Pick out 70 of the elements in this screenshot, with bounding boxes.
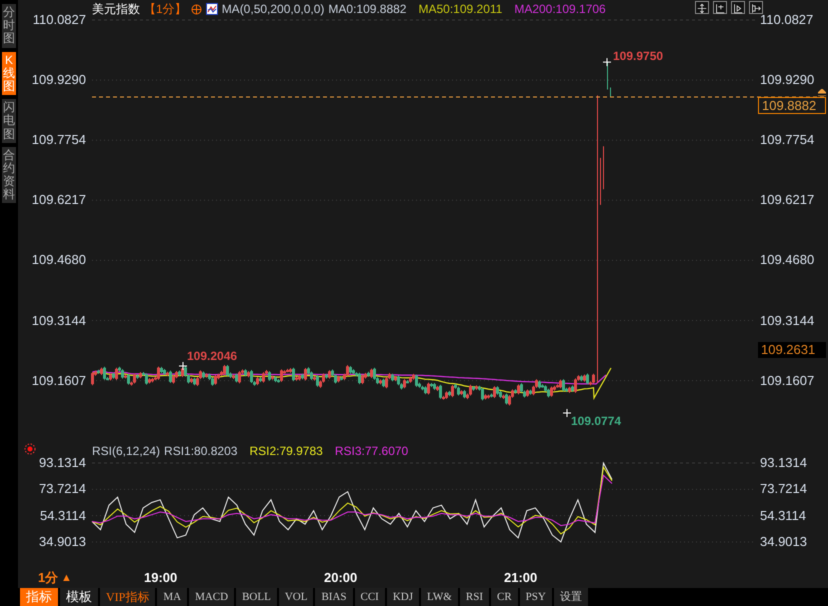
axis-label: 110.0827	[32, 13, 86, 27]
indicator-label: RSI(6,12,24)	[92, 444, 160, 458]
legend-text: RSI2:79.9783	[249, 444, 323, 458]
axis-label: 109.7754	[760, 133, 814, 148]
axis-label: 109.1607	[30, 374, 86, 388]
axis-label: 109.3144	[760, 314, 814, 328]
indicator-tab[interactable]: VIP指标	[100, 588, 156, 606]
chart-title: 美元指数	[92, 2, 140, 16]
arrow-right-button[interactable]	[749, 1, 763, 14]
axis-label: 34.9013	[760, 534, 807, 549]
sidebar-tab[interactable]: 分时图	[2, 4, 16, 48]
arrow-up-icon	[818, 89, 826, 96]
price-label: 109.9750	[613, 49, 664, 63]
indicator-tab[interactable]: 设置	[554, 588, 588, 606]
indicator-tab[interactable]: 模板	[60, 588, 98, 606]
indicator-tab[interactable]: BOLL	[236, 588, 277, 606]
crosshair-mark	[562, 408, 572, 418]
time-label: 21:00	[504, 571, 538, 585]
indicator-tab[interactable]: RSI	[460, 588, 489, 606]
time-label: 19:00	[144, 571, 178, 585]
indicator-tab[interactable]: LW&	[421, 588, 458, 606]
indicator-label: MA(0,50,200,0,0,0)	[222, 2, 324, 16]
current-price-label: 109.8882	[758, 97, 826, 114]
indicator-tab[interactable]: CR	[490, 588, 518, 606]
axis-label: 109.3144	[30, 314, 86, 328]
crosshair-mark	[178, 362, 188, 370]
sidebar-tab[interactable]: 合约资料	[2, 146, 16, 204]
indicator-tab[interactable]: CCI	[354, 588, 385, 606]
axis-label: 110.0827	[760, 13, 814, 27]
indicator-tab[interactable]: MA	[157, 588, 188, 606]
axis-label: 93.1314	[760, 456, 807, 470]
indicator-tab[interactable]: MACD	[189, 588, 234, 606]
zoom-in-button[interactable]	[713, 1, 727, 14]
axis-label: 54.3114	[760, 508, 806, 523]
legend-text: RSI1:80.8203	[164, 444, 238, 458]
time-label: 20:00	[324, 571, 358, 585]
axis-label: 109.6217	[30, 193, 86, 208]
target-icon[interactable]	[24, 443, 36, 455]
move-button[interactable]	[695, 1, 709, 14]
axis-label: 109.9290	[760, 73, 814, 88]
legend-text: MA50:109.2011	[418, 2, 502, 16]
axis-label: 73.7214	[38, 482, 86, 496]
indicator-tab[interactable]: PSY	[520, 588, 552, 606]
sidebar-tab[interactable]: 闪电图	[2, 99, 16, 143]
axis-label: 34.9013	[38, 535, 86, 549]
legend-text: MA200:109.1706	[514, 2, 606, 16]
period-label: 1分	[38, 571, 58, 585]
legend-text: MA0:109.8882	[328, 2, 406, 16]
indicator-tab[interactable]: BIAS	[315, 588, 352, 606]
axis-label: 109.1607	[760, 374, 814, 388]
period-label: 【1分】	[144, 2, 187, 16]
axis-label: 109.4680	[30, 253, 86, 268]
crosshair-icon[interactable]	[190, 4, 202, 14]
line-chart-icon[interactable]	[206, 3, 218, 15]
indicator-tab[interactable]: KDJ	[386, 588, 420, 606]
crosshair-mark	[602, 58, 612, 67]
axis-label: 109.9290	[30, 73, 86, 88]
axis-label: 109.7754	[30, 133, 86, 148]
indicator-tab[interactable]: VOL	[278, 588, 314, 606]
price-label: 109.2046	[187, 349, 238, 363]
arrow-up-icon[interactable]: ▲	[61, 571, 72, 585]
axis-label: 54.3114	[38, 508, 86, 523]
axis-label: 109.4680	[760, 253, 814, 268]
legend-text: RSI3:77.6070	[334, 444, 408, 458]
axis-label: 109.6217	[760, 193, 814, 208]
play-button[interactable]	[731, 1, 745, 14]
axis-label: 93.1314	[38, 456, 86, 470]
cursor-price-label: 109.2631	[758, 342, 826, 358]
axis-label: 73.7214	[760, 482, 807, 496]
price-label: 109.0774	[571, 414, 622, 428]
